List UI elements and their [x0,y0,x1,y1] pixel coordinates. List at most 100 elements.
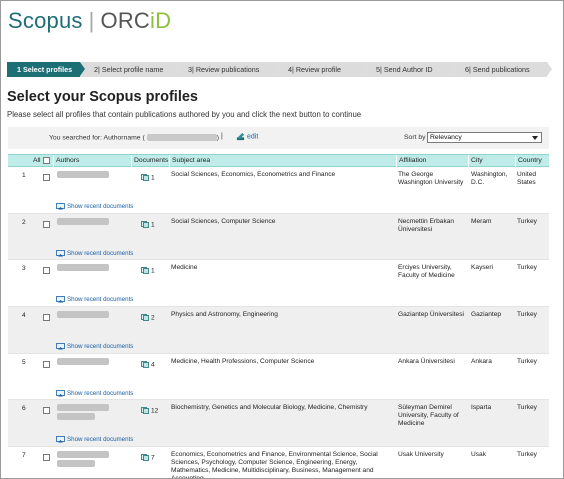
city: Meram [471,217,492,225]
header-affiliation[interactable]: Affiliation [396,155,468,167]
redacted-author-name[interactable] [57,404,109,412]
sort-by-label: Sort by [404,134,426,141]
table-row: 5 4 Medicine, Health Professions, Computer… [8,354,549,401]
country: Turkey [517,451,537,459]
city: Isparta [471,404,492,412]
table-row: 1 1 Social Sciences, Economics, Econometri… [8,167,549,214]
documents-icon [141,454,149,462]
show-recent-documents-link[interactable]: Show recent documents [56,249,134,257]
table-row: 4 2 Physics and Astronomy, Engineering Gazi… [8,307,549,354]
documents-count-value: 4 [151,361,155,368]
show-recent-documents-link[interactable]: Show recent documents [56,203,133,210]
table-row: 6 12 Biochemistry, Genetics and Molecular … [8,400,549,448]
table-row: 2 1 Social Sciences, Computer Science Necme… [8,213,549,261]
row-checkbox[interactable] [43,360,50,368]
row-checkbox[interactable] [43,407,50,415]
redacted-author-name[interactable] [57,357,109,365]
sort-by-select[interactable]: Relevancy [427,132,542,143]
table-row: 3 1 Medicine Erciyes University, Faculty of… [8,260,549,308]
row-checkbox[interactable] [43,454,50,462]
show-recent-documents-link[interactable]: Show recent documents [56,296,134,304]
country: United States [517,171,537,186]
sort-selected-value: Relevancy [430,134,462,141]
city: Usak [471,451,487,459]
documents-count[interactable]: 2 [141,314,155,321]
header-city[interactable]: City [468,155,515,167]
documents-count[interactable]: 1 [141,267,155,275]
subject-area: Medicine [171,264,198,272]
page-title: Select your Scopus profiles [7,89,198,105]
show-recent-label: Show recent documents [67,296,134,304]
document-preview-icon [56,203,65,210]
scopus-orcid-logo: Scopus | ORCiD [8,8,171,34]
edit-search-link[interactable]: edit [236,132,258,141]
show-recent-label: Show recent documents [67,389,134,397]
edit-label: edit [247,133,259,141]
wizard-steps: 1 Select profiles 2| Select profile name 3… [7,62,552,77]
documents-count[interactable]: 12 [141,407,158,415]
header-country[interactable]: Country [515,155,549,167]
select-all-checkbox[interactable] [43,157,50,164]
subject-area: Social Sciences, Economics, Econometrics… [171,171,336,178]
row-number: 7 [22,452,26,460]
documents-icon [141,220,149,228]
orcid-prefix: ORC [100,8,151,33]
affiliation: Süleyman Demirel University, Faculty of … [398,404,459,428]
documents-count[interactable]: 4 [141,360,155,368]
chevron-down-icon [532,136,538,140]
row-checkbox[interactable] [43,314,50,322]
documents-count-value: 7 [151,454,155,462]
redacted-author-name-line2 [57,460,95,468]
show-recent-documents-link[interactable]: Show recent documents [56,436,134,444]
table-body: 1 1 Social Sciences, Economics, Econometri… [8,167,549,478]
row-checkbox[interactable] [43,267,50,275]
documents-icon [141,314,149,321]
document-preview-icon [56,343,65,350]
documents-count-value: 2 [151,314,155,322]
searched-for-text: You searched for: Authorname () [49,134,219,141]
row-number: 5 [22,358,26,366]
documents-count[interactable]: 1 [141,220,155,228]
redacted-author-name[interactable] [57,264,109,272]
orcid-logo-text: ORCiD [101,8,172,33]
table-row: 7 7 Economics, Econometrics and Finance, E… [8,447,549,478]
redacted-author-name[interactable] [57,311,109,319]
header-all: All [33,157,41,164]
header-documents[interactable]: Documents [131,155,169,167]
country: Turkey [517,311,537,319]
row-number: 6 [22,405,26,413]
city: Kayseri [471,264,493,272]
show-recent-label: Show recent documents [67,249,134,257]
scopus-logo-text: Scopus [8,8,83,33]
show-recent-documents-link[interactable]: Show recent documents [56,389,134,397]
affiliation: Necmettin Erbakan Üniversitesi [398,217,455,233]
affiliation: Ankara Üniversitesi [398,357,455,365]
documents-count[interactable]: 1 [141,174,155,181]
searched-suffix: ) [216,134,219,142]
documents-icon [141,407,149,415]
row-checkbox[interactable] [43,174,50,181]
header-subject-area[interactable]: Subject area [169,155,396,167]
show-recent-label: Show recent documents [67,343,134,351]
redacted-author-name[interactable] [57,171,109,178]
documents-icon [141,174,149,181]
country: Turkey [517,404,537,412]
search-divider: | [221,133,223,140]
header-authors[interactable]: Authors [53,155,131,167]
profiles-table: All Authors Documents Subject area Affil… [8,154,549,478]
show-recent-label: Show recent documents [67,436,134,444]
document-preview-icon [56,436,65,443]
redacted-author-name[interactable] [57,217,109,225]
wizard-step-5: 5| Send Author ID [362,62,456,77]
documents-icon [141,267,149,275]
wizard-step-2: 2| Select profile name [80,62,179,77]
table-header: All Authors Documents Subject area Affil… [8,154,549,167]
show-recent-documents-link[interactable]: Show recent documents [56,343,133,350]
documents-count-value: 1 [151,174,155,182]
documents-count[interactable]: 7 [141,454,155,461]
redacted-author-name[interactable] [57,451,109,459]
subject-area: Social Sciences, Computer Science [171,217,276,225]
affiliation: Usak University [398,451,444,459]
country: Turkey [517,357,537,365]
row-checkbox[interactable] [43,220,50,228]
